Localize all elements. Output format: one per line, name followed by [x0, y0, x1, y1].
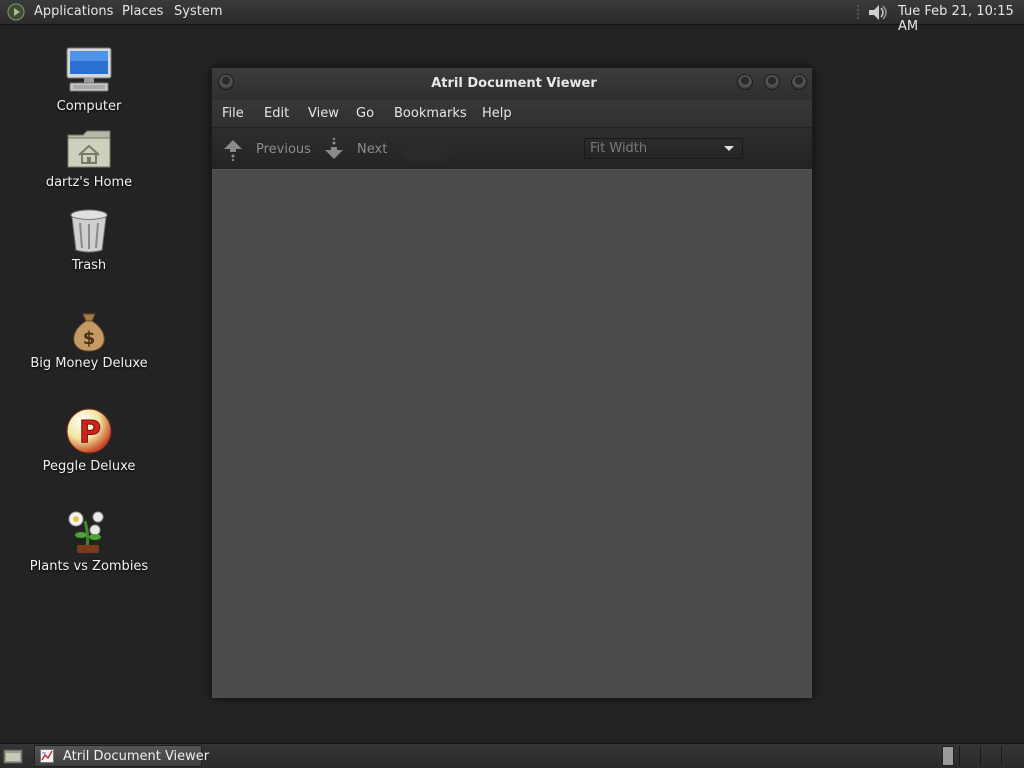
toolbar: Previous Next Fit Width: [212, 128, 812, 170]
down-arrow-icon: [325, 137, 343, 159]
desktop-icon-plants-vs-zombies[interactable]: Plants vs Zombies: [19, 507, 159, 574]
menu-places[interactable]: Places: [122, 4, 163, 19]
show-desktop-icon[interactable]: [3, 748, 23, 764]
svg-text:P: P: [79, 415, 101, 450]
workspace-3[interactable]: [980, 746, 1000, 766]
money-bag-icon: $: [73, 313, 105, 352]
menu-system[interactable]: System: [174, 4, 222, 19]
home-folder-icon: [67, 130, 111, 168]
up-arrow-icon: [224, 140, 242, 161]
menu-bookmarks[interactable]: Bookmarks: [394, 106, 467, 121]
page-number-entry[interactable]: [401, 137, 451, 161]
desktop-icon-home[interactable]: dartz's Home: [19, 127, 159, 190]
volume-icon[interactable]: [866, 3, 890, 22]
taskbar-item-atril[interactable]: Atril Document Viewer: [34, 745, 209, 767]
taskbar-item-label: Atril Document Viewer: [63, 749, 210, 764]
menu-applications[interactable]: Applications: [34, 4, 113, 19]
menu-go[interactable]: Go: [356, 106, 374, 121]
workspace-switcher: [938, 746, 1024, 766]
plants-vs-zombies-icon: [68, 511, 104, 553]
workspace-1[interactable]: [942, 746, 954, 766]
desktop-icon-label: Computer: [56, 99, 122, 114]
document-view[interactable]: [212, 170, 812, 698]
svg-text:$: $: [83, 328, 96, 349]
desktop-icon-big-money[interactable]: $ Big Money Deluxe: [19, 310, 159, 371]
atril-app-icon: [40, 749, 54, 763]
menubar: File Edit View Go Bookmarks Help: [212, 100, 812, 128]
clock[interactable]: Tue Feb 21, 10:15 AM: [898, 4, 1024, 34]
peggle-icon: P: [66, 408, 112, 454]
desktop-icon-label: Plants vs Zombies: [29, 559, 149, 574]
previous-label: Previous: [256, 142, 311, 157]
close-button[interactable]: [791, 74, 807, 90]
menu-help[interactable]: Help: [482, 106, 512, 121]
window-titlebar[interactable]: Atril Document Viewer: [212, 68, 812, 100]
atril-window: Atril Document Viewer File Edit View Go …: [211, 67, 813, 699]
desktop-icon-label: dartz's Home: [45, 175, 133, 190]
zoom-value: Fit Width: [590, 141, 648, 156]
menu-view[interactable]: View: [308, 106, 339, 121]
top-panel: Applications Places System Tue Feb 21, 1…: [0, 0, 1024, 34]
chevron-down-icon: [724, 146, 734, 151]
maximize-button[interactable]: [764, 74, 780, 90]
desktop-icon-computer[interactable]: Computer: [19, 45, 159, 114]
computer-icon: [66, 47, 112, 92]
window-title: Atril Document Viewer: [431, 76, 597, 91]
panel-handle[interactable]: [856, 4, 860, 21]
previous-button[interactable]: Previous: [222, 137, 314, 161]
gnome-foot-icon[interactable]: [7, 3, 25, 21]
workspace-4[interactable]: [1001, 746, 1021, 766]
desktop-icon-label: Trash: [71, 258, 107, 273]
desktop-icon-label: Peggle Deluxe: [42, 459, 136, 474]
menu-edit[interactable]: Edit: [264, 106, 289, 121]
trash-icon: [70, 209, 108, 253]
desktop-icon-label: Big Money Deluxe: [30, 356, 148, 371]
minimize-button[interactable]: [737, 74, 753, 90]
next-button[interactable]: Next: [323, 137, 393, 161]
desktop-icon-peggle[interactable]: P Peggle Deluxe: [19, 407, 159, 474]
zoom-select[interactable]: Fit Width: [584, 138, 743, 159]
next-label: Next: [357, 142, 388, 157]
workspace-2[interactable]: [959, 746, 979, 766]
bottom-panel: Atril Document Viewer: [0, 743, 1024, 768]
desktop-icon-trash[interactable]: Trash: [19, 208, 159, 273]
menu-file[interactable]: File: [222, 106, 244, 121]
